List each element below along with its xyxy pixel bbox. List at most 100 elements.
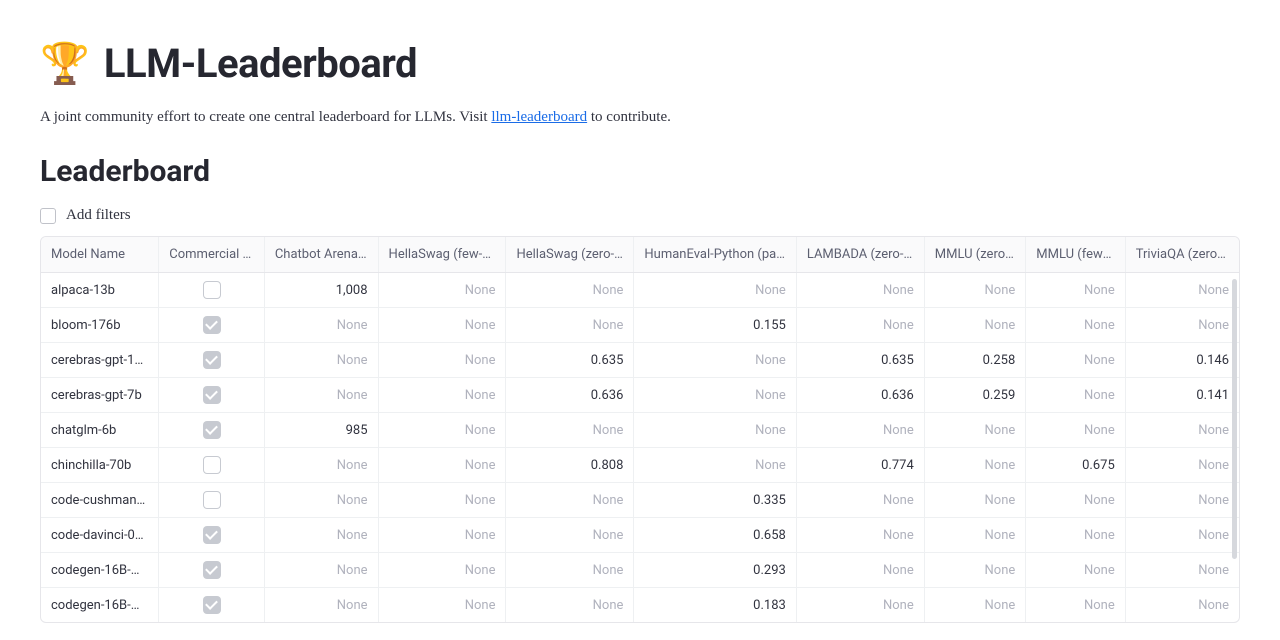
cell-model-name: alpaca-13b bbox=[41, 273, 159, 308]
subtitle-text-suffix: to contribute. bbox=[587, 109, 671, 125]
cell-triviaqa: None bbox=[1125, 483, 1239, 518]
cell-model-name: code-cushman-001 bbox=[41, 483, 159, 518]
cell-hs_zero: None bbox=[506, 588, 634, 623]
cell-mmlu_few: None bbox=[1026, 413, 1125, 448]
page-subtitle: A joint community effort to create one c… bbox=[40, 109, 1240, 126]
cell-triviaqa: None bbox=[1125, 588, 1239, 623]
subtitle-text-prefix: A joint community effort to create one c… bbox=[40, 109, 491, 125]
cell-he: 0.658 bbox=[634, 518, 796, 553]
cell-mmlu_zero: None bbox=[924, 553, 1026, 588]
cell-mmlu_few: None bbox=[1026, 483, 1125, 518]
col-header-model-name[interactable]: Model Name bbox=[41, 237, 159, 273]
table-row[interactable]: codegen-16B-multiNoneNoneNone0.183NoneNo… bbox=[41, 588, 1239, 623]
checkbox-checked-icon bbox=[203, 596, 221, 614]
cell-hs_zero: None bbox=[506, 308, 634, 343]
table-row[interactable]: codegen-16B-monoNoneNoneNone0.293NoneNon… bbox=[41, 553, 1239, 588]
col-header-humaneval[interactable]: HumanEval-Python (pass@1) bbox=[634, 237, 796, 273]
trophy-icon: 🏆 bbox=[40, 44, 90, 84]
checkbox-checked-icon bbox=[203, 561, 221, 579]
col-header-hellaswag-few[interactable]: HellaSwag (few-shot) bbox=[378, 237, 506, 273]
cell-arena: None bbox=[264, 343, 378, 378]
section-title: Leaderboard bbox=[40, 154, 1240, 189]
cell-mmlu_zero: None bbox=[924, 448, 1026, 483]
col-header-commercial[interactable]: Commercial Use? bbox=[159, 237, 265, 273]
cell-model-name: code-davinci-002 bbox=[41, 518, 159, 553]
cell-he: None bbox=[634, 273, 796, 308]
cell-arena: None bbox=[264, 308, 378, 343]
col-header-triviaqa[interactable]: TriviaQA (zero-shot) bbox=[1125, 237, 1239, 273]
page-header: 🏆 LLM-Leaderboard bbox=[40, 40, 1240, 87]
cell-hs_zero: None bbox=[506, 273, 634, 308]
cell-lambada: None bbox=[796, 588, 924, 623]
checkbox-unchecked-icon bbox=[203, 281, 221, 299]
cell-hs_zero: None bbox=[506, 553, 634, 588]
table-row[interactable]: chatglm-6b985NoneNoneNoneNoneNoneNoneNon… bbox=[41, 413, 1239, 448]
cell-hs_few: None bbox=[378, 448, 506, 483]
cell-he: None bbox=[634, 448, 796, 483]
cell-arena: 985 bbox=[264, 413, 378, 448]
col-header-mmlu-zero[interactable]: MMLU (zero-shot) bbox=[924, 237, 1026, 273]
cell-lambada: None bbox=[796, 413, 924, 448]
cell-triviaqa: None bbox=[1125, 413, 1239, 448]
cell-hs_few: None bbox=[378, 518, 506, 553]
cell-triviaqa: None bbox=[1125, 308, 1239, 343]
leaderboard-link[interactable]: llm-leaderboard bbox=[491, 109, 587, 125]
table-scrollbar[interactable] bbox=[1232, 279, 1237, 559]
checkbox-unchecked-icon bbox=[203, 456, 221, 474]
table-row[interactable]: code-cushman-001NoneNoneNone0.335NoneNon… bbox=[41, 483, 1239, 518]
cell-triviaqa: 0.141 bbox=[1125, 378, 1239, 413]
table-row[interactable]: alpaca-13b1,008NoneNoneNoneNoneNoneNoneN… bbox=[41, 273, 1239, 308]
table-row[interactable]: cerebras-gpt-7bNoneNone0.636None0.6360.2… bbox=[41, 378, 1239, 413]
cell-mmlu_few: None bbox=[1026, 588, 1125, 623]
cell-he: None bbox=[634, 343, 796, 378]
cell-lambada: None bbox=[796, 553, 924, 588]
cell-hs_zero: 0.808 bbox=[506, 448, 634, 483]
cell-mmlu_zero: None bbox=[924, 483, 1026, 518]
filter-row: Add filters bbox=[40, 207, 1240, 224]
cell-model-name: codegen-16B-mono bbox=[41, 553, 159, 588]
col-header-mmlu-few[interactable]: MMLU (few-shot) bbox=[1026, 237, 1125, 273]
col-header-lambada[interactable]: LAMBADA (zero-shot) bbox=[796, 237, 924, 273]
cell-lambada: None bbox=[796, 518, 924, 553]
cell-he: None bbox=[634, 413, 796, 448]
cell-triviaqa: None bbox=[1125, 273, 1239, 308]
cell-he: 0.293 bbox=[634, 553, 796, 588]
cell-mmlu_zero: None bbox=[924, 518, 1026, 553]
cell-commercial bbox=[159, 273, 265, 308]
add-filters-checkbox[interactable] bbox=[40, 208, 56, 224]
table-row[interactable]: code-davinci-002NoneNoneNone0.658NoneNon… bbox=[41, 518, 1239, 553]
cell-arena: None bbox=[264, 553, 378, 588]
cell-commercial bbox=[159, 308, 265, 343]
checkbox-checked-icon bbox=[203, 526, 221, 544]
cell-mmlu_zero: None bbox=[924, 273, 1026, 308]
cell-lambada: 0.636 bbox=[796, 378, 924, 413]
cell-arena: None bbox=[264, 378, 378, 413]
cell-mmlu_few: 0.675 bbox=[1026, 448, 1125, 483]
cell-commercial bbox=[159, 378, 265, 413]
cell-commercial bbox=[159, 343, 265, 378]
cell-commercial bbox=[159, 448, 265, 483]
page-title: LLM-Leaderboard bbox=[104, 40, 417, 87]
checkbox-checked-icon bbox=[203, 316, 221, 334]
table-row[interactable]: chinchilla-70bNoneNone0.808None0.774None… bbox=[41, 448, 1239, 483]
cell-model-name: chinchilla-70b bbox=[41, 448, 159, 483]
cell-mmlu_zero: 0.258 bbox=[924, 343, 1026, 378]
cell-hs_zero: 0.636 bbox=[506, 378, 634, 413]
col-header-arena[interactable]: Chatbot Arena Elo bbox=[264, 237, 378, 273]
cell-commercial bbox=[159, 413, 265, 448]
cell-hs_zero: None bbox=[506, 413, 634, 448]
checkbox-unchecked-icon bbox=[203, 491, 221, 509]
cell-mmlu_zero: None bbox=[924, 308, 1026, 343]
cell-hs_zero: None bbox=[506, 518, 634, 553]
table-row[interactable]: bloom-176bNoneNoneNone0.155NoneNoneNoneN… bbox=[41, 308, 1239, 343]
leaderboard-table-container: Model Name Commercial Use? Chatbot Arena… bbox=[40, 236, 1240, 623]
col-header-hellaswag-zero[interactable]: HellaSwag (zero-shot) bbox=[506, 237, 634, 273]
cell-hs_few: None bbox=[378, 308, 506, 343]
table-row[interactable]: cerebras-gpt-13bNoneNone0.635None0.6350.… bbox=[41, 343, 1239, 378]
cell-commercial bbox=[159, 483, 265, 518]
cell-lambada: None bbox=[796, 483, 924, 518]
cell-arena: None bbox=[264, 588, 378, 623]
cell-arena: None bbox=[264, 448, 378, 483]
cell-triviaqa: None bbox=[1125, 518, 1239, 553]
cell-hs_few: None bbox=[378, 343, 506, 378]
